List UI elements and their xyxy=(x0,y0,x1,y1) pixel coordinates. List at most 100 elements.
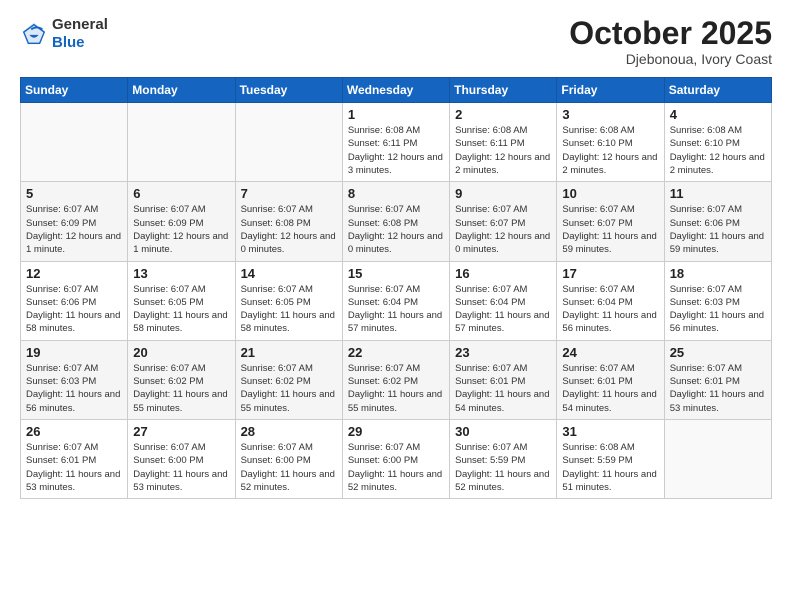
day-number: 23 xyxy=(455,345,551,360)
day-cell: 12Sunrise: 6:07 AMSunset: 6:06 PMDayligh… xyxy=(21,261,128,340)
day-number: 14 xyxy=(241,266,337,281)
day-number: 11 xyxy=(670,186,766,201)
day-number: 7 xyxy=(241,186,337,201)
day-info: Sunrise: 6:07 AMSunset: 6:07 PMDaylight:… xyxy=(455,203,551,256)
day-cell: 17 Sunrise: 6:07 AMSunset: 6:04 PMDayligh… xyxy=(557,261,664,340)
day-cell: 26 Sunrise: 6:07 AMSunset: 6:01 PMDayligh… xyxy=(21,419,128,498)
day-info: Sunrise: 6:07 AMSunset: 6:08 PMDaylight:… xyxy=(348,203,444,256)
weekday-header-sunday: Sunday xyxy=(21,78,128,103)
header: General Blue October 2025 Djebonoua, Ivo… xyxy=(20,16,772,67)
day-cell: 3 Sunrise: 6:08 AMSunset: 6:10 PMDaylight… xyxy=(557,103,664,182)
day-cell xyxy=(664,419,771,498)
day-info: Sunrise: 6:07 AMSunset: 6:00 PMDaylight:… xyxy=(241,441,337,494)
weekday-header-tuesday: Tuesday xyxy=(235,78,342,103)
day-cell: 4 Sunrise: 6:08 AMSunset: 6:10 PMDaylight… xyxy=(664,103,771,182)
day-cell: 5 Sunrise: 6:07 AMSunset: 6:09 PMDaylight… xyxy=(21,182,128,261)
day-info: Sunrise: 6:08 AMSunset: 5:59 PMDaylight:… xyxy=(562,441,658,494)
day-cell: 25 Sunrise: 6:07 AMSunset: 6:01 PMDayligh… xyxy=(664,340,771,419)
weekday-header-saturday: Saturday xyxy=(664,78,771,103)
day-number: 31 xyxy=(562,424,658,439)
day-number: 19 xyxy=(26,345,122,360)
week-row-4: 19Sunrise: 6:07 AMSunset: 6:03 PMDayligh… xyxy=(21,340,772,419)
day-cell: 8 Sunrise: 6:07 AMSunset: 6:08 PMDaylight… xyxy=(342,182,449,261)
day-number: 3 xyxy=(562,107,658,122)
day-number: 1 xyxy=(348,107,444,122)
day-info: Sunrise: 6:07 AMSunset: 6:03 PMDaylight:… xyxy=(670,283,766,336)
logo: General Blue xyxy=(20,16,108,52)
day-cell: 9 Sunrise: 6:07 AMSunset: 6:07 PMDaylight… xyxy=(450,182,557,261)
day-number: 22 xyxy=(348,345,444,360)
day-info: Sunrise: 6:08 AMSunset: 6:10 PMDaylight:… xyxy=(670,124,766,177)
day-number: 9 xyxy=(455,186,551,201)
day-cell: 15 Sunrise: 6:07 AMSunset: 6:04 PMDayligh… xyxy=(342,261,449,340)
day-number: 27 xyxy=(133,424,229,439)
day-info: Sunrise: 6:07 AMSunset: 6:08 PMDaylight:… xyxy=(241,203,337,256)
logo-text: General Blue xyxy=(52,16,108,52)
day-number: 25 xyxy=(670,345,766,360)
day-cell: 21Sunrise: 6:07 AMSunset: 6:02 PMDayligh… xyxy=(235,340,342,419)
day-number: 28 xyxy=(241,424,337,439)
day-info: Sunrise: 6:07 AMSunset: 6:00 PMDaylight:… xyxy=(348,441,444,494)
logo-icon xyxy=(20,20,48,48)
weekday-header-monday: Monday xyxy=(128,78,235,103)
day-number: 8 xyxy=(348,186,444,201)
day-cell: 31 Sunrise: 6:08 AMSunset: 5:59 PMDayligh… xyxy=(557,419,664,498)
day-number: 16 xyxy=(455,266,551,281)
day-info: Sunrise: 6:07 AMSunset: 6:01 PMDaylight:… xyxy=(670,362,766,415)
day-cell: 24Sunrise: 6:07 AMSunset: 6:01 PMDayligh… xyxy=(557,340,664,419)
day-number: 15 xyxy=(348,266,444,281)
day-cell: 19Sunrise: 6:07 AMSunset: 6:03 PMDayligh… xyxy=(21,340,128,419)
day-number: 13 xyxy=(133,266,229,281)
day-number: 29 xyxy=(348,424,444,439)
day-cell: 28 Sunrise: 6:07 AMSunset: 6:00 PMDayligh… xyxy=(235,419,342,498)
day-info: Sunrise: 6:07 AMSunset: 6:01 PMDaylight:… xyxy=(26,441,122,494)
weekday-header-wednesday: Wednesday xyxy=(342,78,449,103)
day-info: Sunrise: 6:07 AMSunset: 6:00 PMDaylight:… xyxy=(133,441,229,494)
day-cell: 2Sunrise: 6:08 AMSunset: 6:11 PMDaylight… xyxy=(450,103,557,182)
day-cell: 1 Sunrise: 6:08 AMSunset: 6:11 PMDaylight… xyxy=(342,103,449,182)
day-cell: 6Sunrise: 6:07 AMSunset: 6:09 PMDaylight… xyxy=(128,182,235,261)
title-block: October 2025 Djebonoua, Ivory Coast xyxy=(569,16,772,67)
day-info: Sunrise: 6:08 AMSunset: 6:11 PMDaylight:… xyxy=(455,124,551,177)
day-info: Sunrise: 6:07 AMSunset: 6:05 PMDaylight:… xyxy=(241,283,337,336)
weekday-header-friday: Friday xyxy=(557,78,664,103)
day-number: 26 xyxy=(26,424,122,439)
day-info: Sunrise: 6:07 AMSunset: 6:09 PMDaylight:… xyxy=(26,203,122,256)
day-cell xyxy=(128,103,235,182)
week-row-1: 1 Sunrise: 6:08 AMSunset: 6:11 PMDaylight… xyxy=(21,103,772,182)
day-cell: 16Sunrise: 6:07 AMSunset: 6:04 PMDayligh… xyxy=(450,261,557,340)
week-row-5: 26 Sunrise: 6:07 AMSunset: 6:01 PMDayligh… xyxy=(21,419,772,498)
weekday-header-row: SundayMondayTuesdayWednesdayThursdayFrid… xyxy=(21,78,772,103)
day-info: Sunrise: 6:07 AMSunset: 6:06 PMDaylight:… xyxy=(670,203,766,256)
day-cell: 13Sunrise: 6:07 AMSunset: 6:05 PMDayligh… xyxy=(128,261,235,340)
day-cell xyxy=(21,103,128,182)
day-info: Sunrise: 6:08 AMSunset: 6:10 PMDaylight:… xyxy=(562,124,658,177)
day-number: 17 xyxy=(562,266,658,281)
day-cell: 29 Sunrise: 6:07 AMSunset: 6:00 PMDayligh… xyxy=(342,419,449,498)
day-number: 4 xyxy=(670,107,766,122)
week-row-3: 12Sunrise: 6:07 AMSunset: 6:06 PMDayligh… xyxy=(21,261,772,340)
day-cell: 23Sunrise: 6:07 AMSunset: 6:01 PMDayligh… xyxy=(450,340,557,419)
week-row-2: 5 Sunrise: 6:07 AMSunset: 6:09 PMDaylight… xyxy=(21,182,772,261)
calendar-page: General Blue October 2025 Djebonoua, Ivo… xyxy=(0,0,792,612)
day-info: Sunrise: 6:07 AMSunset: 6:07 PMDaylight:… xyxy=(562,203,658,256)
day-cell: 22 Sunrise: 6:07 AMSunset: 6:02 PMDayligh… xyxy=(342,340,449,419)
day-number: 5 xyxy=(26,186,122,201)
day-cell: 27 Sunrise: 6:07 AMSunset: 6:00 PMDayligh… xyxy=(128,419,235,498)
day-info: Sunrise: 6:07 AMSunset: 6:04 PMDaylight:… xyxy=(348,283,444,336)
day-cell: 30Sunrise: 6:07 AMSunset: 5:59 PMDayligh… xyxy=(450,419,557,498)
calendar-table: SundayMondayTuesdayWednesdayThursdayFrid… xyxy=(20,77,772,499)
day-info: Sunrise: 6:08 AMSunset: 6:11 PMDaylight:… xyxy=(348,124,444,177)
day-cell: 20Sunrise: 6:07 AMSunset: 6:02 PMDayligh… xyxy=(128,340,235,419)
day-cell: 10Sunrise: 6:07 AMSunset: 6:07 PMDayligh… xyxy=(557,182,664,261)
day-cell: 18Sunrise: 6:07 AMSunset: 6:03 PMDayligh… xyxy=(664,261,771,340)
day-cell: 11 Sunrise: 6:07 AMSunset: 6:06 PMDayligh… xyxy=(664,182,771,261)
weekday-header-thursday: Thursday xyxy=(450,78,557,103)
day-info: Sunrise: 6:07 AMSunset: 6:01 PMDaylight:… xyxy=(562,362,658,415)
calendar-subtitle: Djebonoua, Ivory Coast xyxy=(569,51,772,67)
day-number: 20 xyxy=(133,345,229,360)
day-info: Sunrise: 6:07 AMSunset: 6:04 PMDaylight:… xyxy=(562,283,658,336)
day-info: Sunrise: 6:07 AMSunset: 6:02 PMDaylight:… xyxy=(348,362,444,415)
day-cell: 14 Sunrise: 6:07 AMSunset: 6:05 PMDayligh… xyxy=(235,261,342,340)
day-cell: 7 Sunrise: 6:07 AMSunset: 6:08 PMDaylight… xyxy=(235,182,342,261)
